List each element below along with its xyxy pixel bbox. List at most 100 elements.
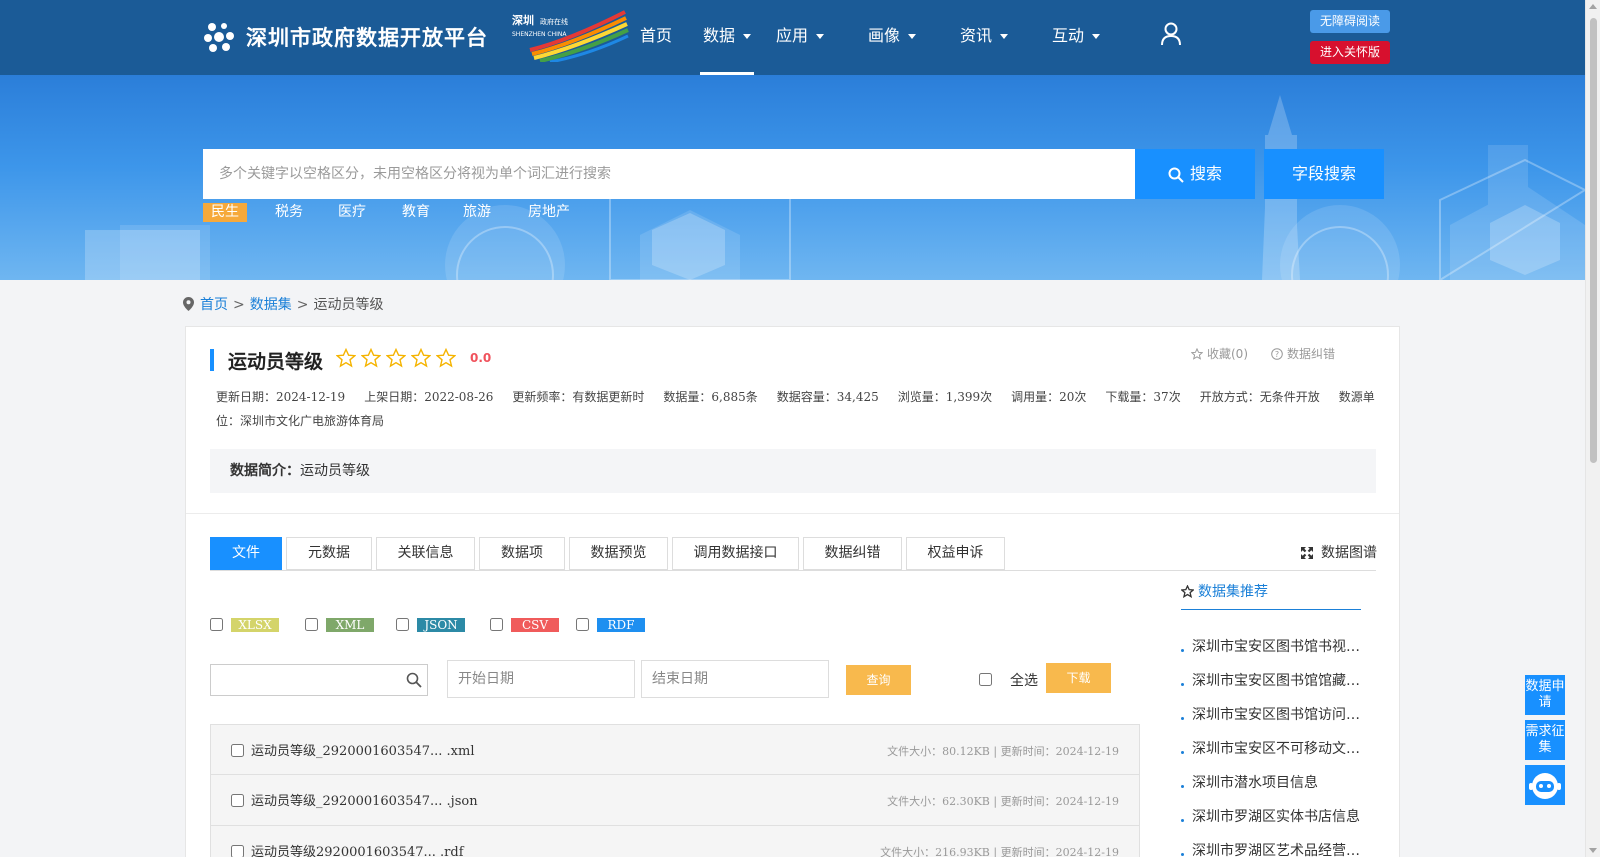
report-error-button[interactable]: ? 数据纠错 bbox=[1271, 345, 1335, 362]
breadcrumb-home[interactable]: 首页 bbox=[200, 297, 228, 313]
star-icon[interactable] bbox=[336, 348, 356, 368]
recommendation-item[interactable]: 深圳市罗湖区实体书店信息 bbox=[1181, 807, 1366, 841]
accessibility-button[interactable]: 无障碍阅读 bbox=[1310, 10, 1390, 33]
star-icon[interactable] bbox=[411, 348, 431, 368]
query-button[interactable]: 查询 bbox=[846, 665, 911, 695]
file-checkbox[interactable] bbox=[231, 744, 244, 757]
elder-mode-button[interactable]: 进入关怀版 bbox=[1310, 41, 1390, 64]
nav-home[interactable]: 首页 bbox=[640, 0, 672, 75]
search-icon[interactable] bbox=[406, 672, 422, 688]
file-name[interactable]: 运动员等级_2920001603547... .xml bbox=[251, 740, 475, 759]
tab-metadata[interactable]: 元数据 bbox=[286, 537, 372, 570]
page-scrollbar[interactable] bbox=[1585, 0, 1600, 857]
summary-text: 运动员等级 bbox=[300, 463, 370, 479]
data-graph-link[interactable]: 数据图谱 bbox=[1301, 542, 1377, 562]
dataset-title: 运动员等级 bbox=[228, 351, 324, 373]
chevron-down-icon bbox=[1000, 34, 1009, 39]
select-all[interactable]: 全选 bbox=[979, 670, 1038, 690]
file-row[interactable]: 运动员等级2920001603547... .rdf 文件大小：216.93KB … bbox=[210, 826, 1140, 857]
search-input[interactable] bbox=[203, 149, 1135, 199]
star-outline-icon bbox=[1190, 347, 1204, 360]
format-xlsx[interactable]: XLSX bbox=[210, 617, 279, 632]
nav-data-label: 数据 bbox=[703, 26, 736, 45]
favorite-button[interactable]: 收藏(0) bbox=[1190, 345, 1248, 362]
site-title[interactable]: 深圳市政府数据开放平台 bbox=[246, 22, 488, 52]
meta-publish-date: 上架日期：2022-08-26 bbox=[364, 390, 494, 404]
tab-error-report[interactable]: 数据纠错 bbox=[803, 537, 902, 570]
demand-collect-button[interactable]: 需求征集 bbox=[1525, 720, 1565, 760]
format-checkbox[interactable] bbox=[210, 618, 223, 631]
recommendation-item[interactable]: 深圳市罗湖区艺术品经营单位信息 bbox=[1181, 841, 1366, 857]
hot-tag[interactable]: 教育 bbox=[394, 203, 438, 222]
tab-rights-appeal[interactable]: 权益申诉 bbox=[906, 537, 1005, 570]
select-all-checkbox[interactable] bbox=[979, 673, 992, 686]
nav-apps-label: 应用 bbox=[776, 26, 809, 45]
format-xml[interactable]: XML bbox=[305, 617, 374, 632]
tab-api[interactable]: 调用数据接口 bbox=[672, 537, 799, 570]
tab-files[interactable]: 文件 bbox=[210, 537, 282, 570]
tab-underline bbox=[210, 570, 1376, 571]
field-search-button[interactable]: 字段搜索 bbox=[1264, 149, 1384, 199]
star-icon[interactable] bbox=[386, 348, 406, 368]
dataset-summary: 数据简介：运动员等级 bbox=[210, 449, 1376, 493]
hot-tag[interactable]: 旅游 bbox=[455, 203, 499, 222]
nav-apps[interactable]: 应用 bbox=[776, 0, 825, 75]
rating-stars[interactable] bbox=[336, 348, 461, 370]
platform-logo-icon[interactable] bbox=[202, 20, 236, 54]
scroll-up-arrow-icon[interactable] bbox=[1589, 4, 1597, 9]
format-checkbox[interactable] bbox=[305, 618, 318, 631]
star-icon bbox=[1180, 584, 1195, 599]
tab-data-preview[interactable]: 数据预览 bbox=[569, 537, 668, 570]
format-rdf[interactable]: RDF bbox=[576, 617, 645, 632]
file-info: 文件大小：62.30KB | 更新时间：2024-12-19 bbox=[887, 795, 1119, 808]
file-row[interactable]: 运动员等级_2920001603547... .json 文件大小：62.30KB… bbox=[210, 775, 1140, 826]
format-checkbox[interactable] bbox=[490, 618, 503, 631]
star-icon[interactable] bbox=[436, 348, 456, 368]
search-button[interactable]: 搜索 bbox=[1135, 149, 1255, 199]
end-date-input[interactable] bbox=[641, 660, 829, 698]
search-banner: 搜索 字段搜索 民生 税务 医疗 教育 旅游 房地产 bbox=[0, 75, 1585, 280]
breadcrumb-datasets[interactable]: 数据集 bbox=[250, 297, 292, 313]
file-row[interactable]: 运动员等级_2920001603547... .xml 文件大小：80.12KB … bbox=[210, 724, 1140, 775]
hot-tag[interactable]: 民生 bbox=[203, 203, 247, 222]
file-search-input[interactable] bbox=[210, 664, 428, 696]
hot-tag[interactable]: 税务 bbox=[267, 203, 311, 222]
tab-related-info[interactable]: 关联信息 bbox=[376, 537, 475, 570]
file-list: 运动员等级_2920001603547... .xml 文件大小：80.12KB … bbox=[210, 724, 1140, 857]
download-button[interactable]: 下载 bbox=[1046, 663, 1111, 693]
question-circle-icon: ? bbox=[1271, 348, 1283, 360]
recommendation-item[interactable]: 深圳市宝安区图书馆访问量信息 bbox=[1181, 705, 1366, 739]
file-checkbox[interactable] bbox=[231, 794, 244, 807]
recommendation-item[interactable]: 深圳市宝安区图书馆书视听资源信息 bbox=[1181, 637, 1366, 671]
tab-data-items[interactable]: 数据项 bbox=[479, 537, 565, 570]
nav-interact[interactable]: 互动 bbox=[1052, 0, 1101, 75]
file-name[interactable]: 运动员等级2920001603547... .rdf bbox=[251, 841, 464, 857]
breadcrumb-separator: > bbox=[296, 297, 309, 313]
start-date-input[interactable] bbox=[447, 660, 635, 698]
expand-icon bbox=[1301, 547, 1313, 559]
robot-assistant-icon[interactable] bbox=[1525, 765, 1565, 805]
file-name[interactable]: 运动员等级_2920001603547... .json bbox=[251, 790, 478, 809]
recommendation-item[interactable]: 深圳市宝安区不可移动文物信息 bbox=[1181, 739, 1366, 773]
recommendation-item[interactable]: 深圳市宝安区图书馆馆藏资源信息 bbox=[1181, 671, 1366, 705]
nav-portrait[interactable]: 画像 bbox=[868, 0, 917, 75]
hot-tag[interactable]: 房地产 bbox=[520, 203, 578, 222]
scroll-down-arrow-icon[interactable] bbox=[1589, 848, 1597, 853]
user-icon[interactable] bbox=[1160, 22, 1182, 46]
data-apply-button[interactable]: 数据申请 bbox=[1525, 675, 1565, 715]
file-info: 文件大小：80.12KB | 更新时间：2024-12-19 bbox=[887, 745, 1119, 758]
star-icon[interactable] bbox=[361, 348, 381, 368]
file-checkbox[interactable] bbox=[231, 845, 244, 857]
format-checkbox[interactable] bbox=[576, 618, 589, 631]
recommendation-item[interactable]: 深圳市潜水项目信息 bbox=[1181, 773, 1366, 807]
hot-tag[interactable]: 医疗 bbox=[330, 203, 374, 222]
nav-data[interactable]: 数据 bbox=[700, 0, 755, 75]
format-json[interactable]: JSON bbox=[396, 617, 465, 632]
format-checkbox[interactable] bbox=[396, 618, 409, 631]
nav-home-label: 首页 bbox=[640, 26, 673, 45]
svg-text:?: ? bbox=[1275, 350, 1279, 359]
report-label: 数据纠错 bbox=[1287, 347, 1336, 361]
format-csv[interactable]: CSV bbox=[490, 617, 559, 632]
scroll-thumb[interactable] bbox=[1590, 18, 1597, 463]
nav-news[interactable]: 资讯 bbox=[960, 0, 1009, 75]
